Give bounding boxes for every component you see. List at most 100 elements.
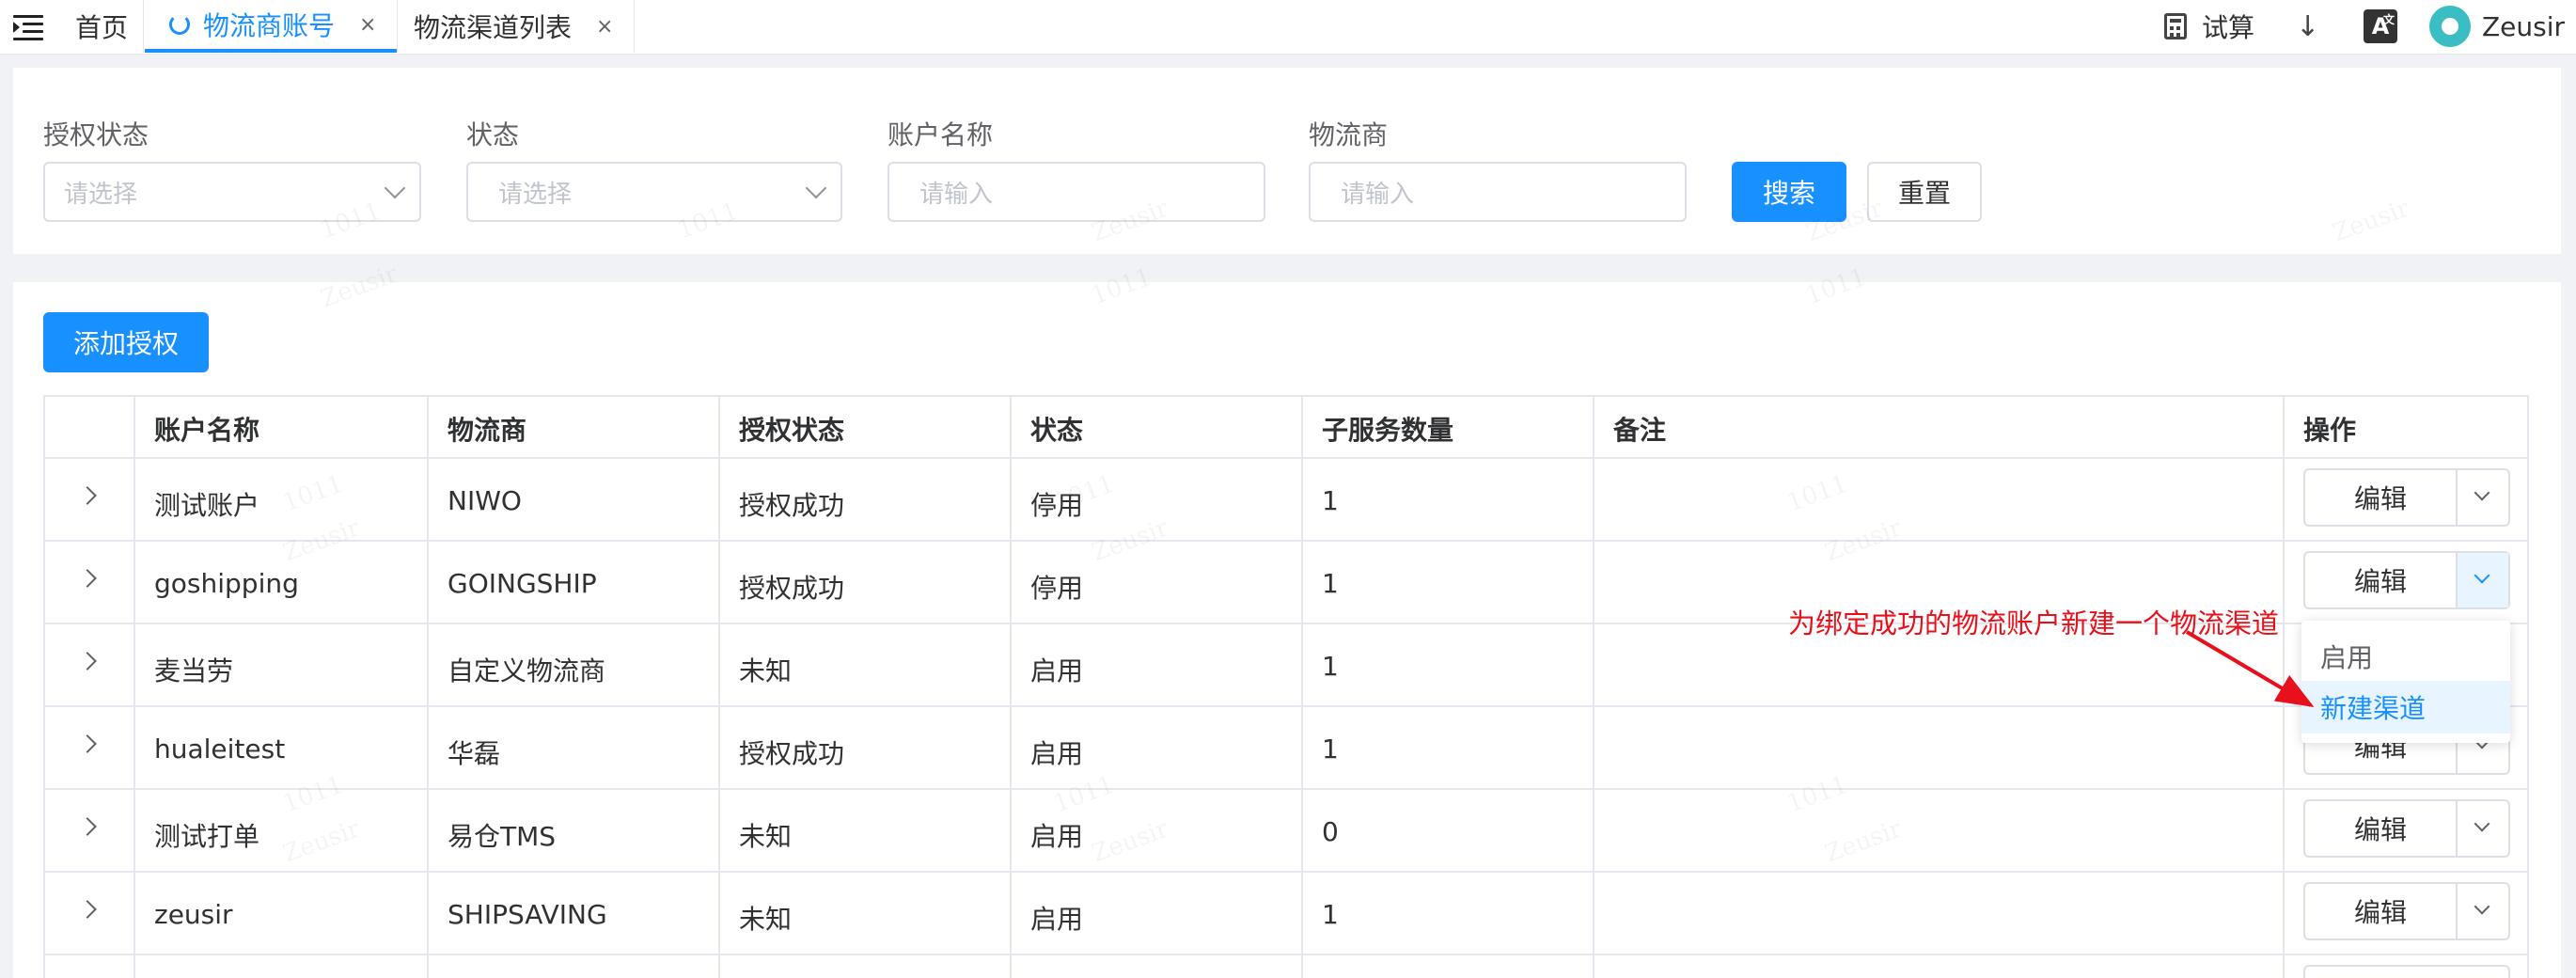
table-column-divider <box>43 395 45 978</box>
table-cell-status: 启用 <box>1030 904 1084 935</box>
calc-button[interactable]: 试算 <box>2164 0 2254 53</box>
table-cell-carrier: GOINGSHIP <box>448 568 597 599</box>
column-header: 子服务数量 <box>1322 415 1454 446</box>
expand-row-icon[interactable] <box>78 900 97 919</box>
user-menu[interactable]: Zeusir <box>2429 0 2565 53</box>
search-panel: 授权状态 请选择 状态 请选择 账户名称 请输入 物流商 请输入 搜索 重置 <box>13 68 2561 254</box>
add-authorization-button[interactable]: 添加授权 <box>43 312 209 372</box>
auth-status-label: 授权状态 <box>43 119 149 150</box>
status-select[interactable]: 请选择 <box>466 162 842 222</box>
table-cell-status: 停用 <box>1030 573 1084 604</box>
more-actions-chevron-icon[interactable] <box>2458 553 2508 607</box>
column-header: 授权状态 <box>739 415 845 446</box>
edit-button[interactable]: 编辑 <box>2305 553 2458 607</box>
table-cell-account: 测试账户 <box>154 490 260 521</box>
status-label: 状态 <box>466 119 520 150</box>
table-column-divider <box>2527 395 2529 978</box>
table-row-divider <box>43 788 2527 790</box>
table-cell-auth: 授权成功 <box>739 573 845 604</box>
table-cell-account: 麦当劳 <box>154 655 234 686</box>
dropdown-item-new-channel[interactable]: 新建渠道 <box>2301 681 2510 734</box>
download-icon: ↓ <box>2296 9 2320 43</box>
calc-label: 试算 <box>2202 12 2255 43</box>
table-cell-carrier: 易仓TMS <box>448 821 557 852</box>
table-row-divider <box>43 457 2527 459</box>
table-cell-count: 1 <box>1322 734 1339 765</box>
calculator-icon <box>2164 13 2187 39</box>
expand-row-icon[interactable] <box>78 817 97 836</box>
tab-accounts-label: 物流商账号 <box>203 10 336 41</box>
tab-logistics-accounts[interactable]: 物流商账号 × <box>145 0 397 53</box>
expand-row-icon[interactable] <box>78 652 97 670</box>
top-tab-bar: 首页 物流商账号 × 物流渠道列表 × 试算 ↓ A文 Zeusir <box>0 0 2576 55</box>
edit-split-button: 编辑 <box>2303 468 2510 527</box>
table-cell-auth: 授权成功 <box>739 490 845 521</box>
translate-button[interactable]: A文 <box>2364 0 2397 53</box>
edit-split-button: 编辑 <box>2303 882 2510 940</box>
tab-logistics-channels[interactable]: 物流渠道列表 × <box>414 0 613 53</box>
table-row-divider <box>43 705 2527 707</box>
tab-channels-label: 物流渠道列表 <box>414 12 573 43</box>
account-name-input[interactable]: 请输入 <box>887 162 1265 222</box>
more-actions-chevron-icon[interactable] <box>2458 884 2508 939</box>
column-header: 物流商 <box>448 415 527 446</box>
table-cell-status: 启用 <box>1030 655 1084 686</box>
table-column-divider <box>2283 395 2285 978</box>
table-cell-carrier: NIWO <box>448 485 522 516</box>
expand-row-icon[interactable] <box>78 734 97 753</box>
more-actions-chevron-icon[interactable] <box>2458 470 2508 525</box>
column-header: 状态 <box>1030 415 1084 446</box>
table-column-divider <box>427 395 429 978</box>
table-cell-status: 启用 <box>1030 738 1084 769</box>
table-column-divider <box>718 395 720 978</box>
table-cell-count: 1 <box>1322 899 1339 930</box>
table-column-divider <box>134 395 135 978</box>
table-cell-account: goshipping <box>154 568 299 599</box>
edit-button[interactable]: 编辑 <box>2305 801 2458 856</box>
edit-button[interactable]: 编辑 <box>2305 884 2458 939</box>
column-header: 账户名称 <box>154 415 260 446</box>
edit-split-button[interactable] <box>2303 965 2510 978</box>
refresh-icon[interactable] <box>169 14 190 35</box>
table-cell-account: zeusir <box>154 899 233 930</box>
reset-button[interactable]: 重置 <box>1867 162 1982 222</box>
table-cell-status: 启用 <box>1030 821 1084 852</box>
tab-home[interactable]: 首页 <box>75 0 128 53</box>
close-icon[interactable]: × <box>359 13 376 37</box>
chevron-down-icon <box>805 177 827 199</box>
table-cell-count: 1 <box>1322 485 1339 516</box>
table-cell-count: 1 <box>1322 568 1339 599</box>
tab-home-label: 首页 <box>75 12 129 43</box>
expand-row-icon[interactable] <box>78 486 97 505</box>
table-cell-auth: 未知 <box>739 821 793 852</box>
column-header: 操作 <box>2303 415 2357 446</box>
more-actions-chevron-icon[interactable] <box>2458 801 2508 856</box>
table-cell-account: 测试打单 <box>154 821 260 852</box>
avatar <box>2429 6 2471 47</box>
table-cell-account: hualeitest <box>154 734 286 765</box>
table-cell-carrier: SHIPSAVING <box>448 899 607 930</box>
edit-button[interactable]: 编辑 <box>2305 470 2458 525</box>
carrier-input[interactable]: 请输入 <box>1309 162 1687 222</box>
user-name: Zeusir <box>2482 10 2566 42</box>
table-cell-auth: 授权成功 <box>739 738 845 769</box>
table-cell-count: 0 <box>1322 816 1339 847</box>
table-cell-carrier: 自定义物流商 <box>448 655 606 686</box>
table-row-divider <box>43 540 2527 542</box>
table-column-divider <box>1593 395 1594 978</box>
table-cell-carrier: 华磊 <box>448 738 501 769</box>
download-button[interactable]: ↓ <box>2296 0 2319 53</box>
table-column-divider <box>1010 395 1012 978</box>
table-row-divider <box>43 871 2527 873</box>
annotation-text: 为绑定成功的物流账户新建一个物流渠道 <box>1788 607 2280 639</box>
dropdown-item-enable[interactable]: 启用 <box>2301 630 2510 683</box>
table-row-divider <box>43 954 2527 955</box>
translate-icon: A文 <box>2364 9 2397 43</box>
menu-toggle-icon[interactable] <box>13 13 43 40</box>
table-cell-auth: 未知 <box>739 904 793 935</box>
edit-split-button: 编辑 <box>2303 799 2510 858</box>
table-cell-count: 1 <box>1322 651 1339 682</box>
close-icon[interactable]: × <box>596 15 613 39</box>
expand-row-icon[interactable] <box>78 569 97 588</box>
table-border-top <box>43 395 2527 397</box>
